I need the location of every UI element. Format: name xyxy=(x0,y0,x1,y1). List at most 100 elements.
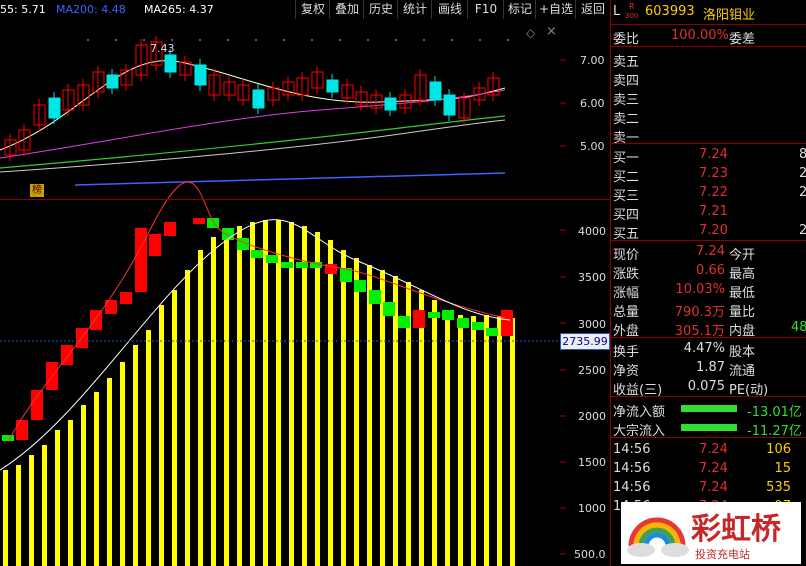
back-button[interactable]: 返回 xyxy=(575,0,610,19)
candle-body xyxy=(443,94,456,116)
flow-row: 净流入额 -13.01亿 xyxy=(611,400,806,420)
divider xyxy=(611,337,806,338)
stats-row: 净资 1.87 流通 xyxy=(611,359,806,379)
logo-tagline: 投资充电站 xyxy=(695,548,750,561)
ma-line-long xyxy=(0,115,506,169)
indicator-block xyxy=(296,262,308,268)
stats-label: 换手 xyxy=(613,345,640,360)
sell-row[interactable]: 卖五 xyxy=(611,50,806,70)
volume-axis-label: 4000 xyxy=(578,225,606,238)
volume-bar xyxy=(419,290,424,566)
rainbow-icon xyxy=(627,517,689,557)
volume-bar xyxy=(263,220,268,566)
buy-volume: 2 xyxy=(799,166,806,181)
chart-area[interactable] xyxy=(0,0,610,566)
weibi-label: 委比 xyxy=(613,32,640,47)
weibi-value: 100.00% xyxy=(671,28,729,43)
divider xyxy=(611,240,806,241)
candle-body xyxy=(429,81,442,101)
guide-dot xyxy=(451,39,453,41)
watermark-logo: 彩虹桥 投资充电站 xyxy=(621,502,801,564)
divider xyxy=(611,46,806,47)
buy-level-label: 买四 xyxy=(613,208,640,223)
flow-bar xyxy=(681,424,737,431)
candle-body xyxy=(164,54,177,73)
current-value-tag: 2735.99 xyxy=(560,333,610,350)
sell-level-label: 卖三 xyxy=(613,93,640,108)
volume-axis-label: 3500 xyxy=(578,271,606,284)
ma200-legend: MA200: 4.48 xyxy=(56,3,126,16)
volume-axis-label: 1000 xyxy=(578,502,606,515)
sell-row[interactable]: 卖四 xyxy=(611,69,806,89)
volume-bar xyxy=(393,276,398,566)
volume-bar xyxy=(289,222,294,566)
draw-line-button[interactable]: 画线 xyxy=(431,0,468,19)
guide-dot xyxy=(339,39,341,41)
stock-name: 洛阳钼业 xyxy=(703,8,756,23)
quote-value: 790.3万 xyxy=(674,305,725,320)
volume-bar xyxy=(432,300,437,566)
volume-bar xyxy=(510,318,515,566)
volume-bar xyxy=(354,258,359,566)
price-axis-label: 6.00 xyxy=(580,97,605,110)
volume-bar xyxy=(315,232,320,566)
stats-value: 1.87 xyxy=(696,360,725,375)
stats-value: 0.075 xyxy=(687,379,725,394)
indicator-block xyxy=(251,250,263,258)
quote-value: 7.24 xyxy=(696,244,725,259)
buy-row[interactable]: 买三 7.22 2 xyxy=(611,184,806,204)
guide-dot xyxy=(395,39,397,41)
guide-dot xyxy=(87,39,89,41)
adjust-button[interactable]: 复权 xyxy=(295,0,330,19)
trade-price: 7.24 xyxy=(699,442,728,457)
stats-button[interactable]: 统计 xyxy=(397,0,432,19)
volume-bar xyxy=(3,470,8,566)
stock-header: L R 300 603993 洛阳钼业 xyxy=(611,2,806,23)
quote-label-2: 量比 xyxy=(729,305,756,320)
buy-level-label: 买三 xyxy=(613,189,640,204)
stats-row: 换手 4.47% 股本 xyxy=(611,340,806,360)
buy-row[interactable]: 买四 7.21 xyxy=(611,203,806,223)
price-axis-label: 7.00 xyxy=(580,54,605,67)
indicator-block xyxy=(369,290,381,304)
guide-dot xyxy=(423,39,425,41)
quote-value: 10.03% xyxy=(675,282,725,297)
buy-row[interactable]: 买五 7.20 2 xyxy=(611,222,806,242)
volume-bar xyxy=(68,420,73,566)
f10-button[interactable]: F10 xyxy=(467,0,504,19)
buy-volume: 2 xyxy=(799,223,806,238)
trade-time: 14:56 xyxy=(613,442,651,457)
buy-row[interactable]: 买一 7.24 8 xyxy=(611,146,806,166)
volume-axis-label: 2500 xyxy=(578,364,606,377)
quote-label: 涨幅 xyxy=(613,286,640,301)
quote-value-2: 48 xyxy=(791,320,806,335)
rank-icon[interactable]: 榜 xyxy=(30,184,44,197)
flow-label: 净流入额 xyxy=(613,405,666,420)
buy-price: 7.21 xyxy=(699,204,728,219)
ma55-legend: 55: 5.71 xyxy=(0,3,46,16)
add-watchlist-button[interactable]: +自选 xyxy=(535,0,576,19)
flow-value: -13.01亿 xyxy=(747,405,802,420)
history-button[interactable]: 历史 xyxy=(363,0,398,19)
sell-level-label: 卖四 xyxy=(613,74,640,89)
overlay-button[interactable]: 叠加 xyxy=(329,0,364,19)
indicator-block xyxy=(16,420,28,440)
sell-level-label: 卖二 xyxy=(613,112,640,127)
sell-row[interactable]: 卖三 xyxy=(611,88,806,108)
trade-time: 14:56 xyxy=(613,461,651,476)
diamond-icon[interactable]: ◇ xyxy=(526,26,535,40)
volume-bar xyxy=(198,250,203,566)
close-icon[interactable]: × xyxy=(546,24,557,39)
sell-row[interactable]: 卖二 xyxy=(611,107,806,127)
stats-label-2: 流通 xyxy=(729,364,756,379)
buy-row[interactable]: 买二 7.23 2 xyxy=(611,165,806,185)
volume-bar xyxy=(237,226,242,566)
quote-label-2: 今开 xyxy=(729,248,756,263)
mark-button[interactable]: 标记 xyxy=(503,0,536,19)
indicator-block xyxy=(428,312,440,318)
volume-bar xyxy=(458,315,463,566)
weicha-label: 委差 xyxy=(729,32,756,47)
trade-volume: 535 xyxy=(766,480,791,495)
volume-bars xyxy=(3,220,515,566)
volume-bar xyxy=(367,265,372,566)
